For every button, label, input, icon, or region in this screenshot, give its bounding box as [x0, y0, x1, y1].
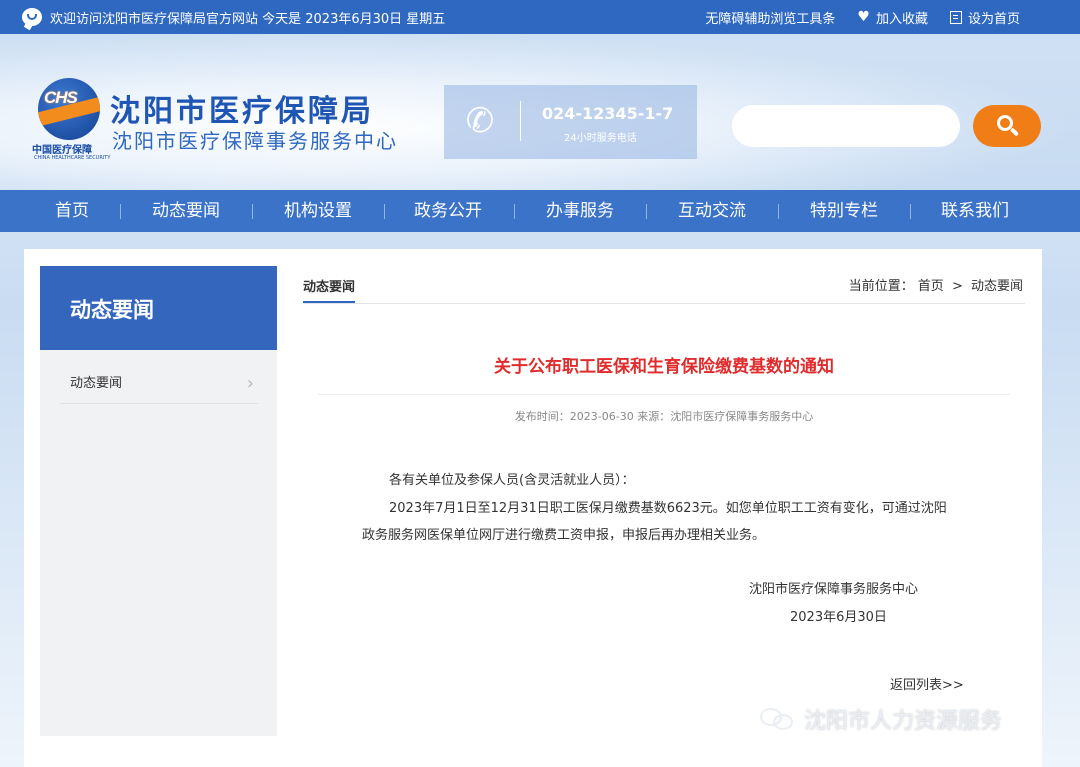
watermark: 沈阳市人力资源服务 [760, 702, 1002, 736]
logo-caption: 中国医疗保障 [32, 145, 92, 156]
site-title: 沈阳市医疗保障局 [110, 94, 374, 129]
nav-services[interactable]: 办事服务 [530, 190, 630, 232]
article-body-line2: 政务服务网医保单位网厅进行缴费工资申报，申报后再办理相关业务。 [362, 528, 766, 543]
back-to-list-link[interactable]: 返回列表>> [890, 674, 964, 693]
sidebar-list: 动态要闻 › [40, 350, 277, 736]
hotline-divider [520, 101, 521, 141]
set-homepage-label: 设为首页 [967, 11, 1020, 27]
set-homepage-link[interactable]: 设为首页 [949, 8, 1020, 27]
article-title: 关于公布职工医保和生育保险缴费基数的通知 [494, 357, 834, 377]
article-divider [318, 394, 1010, 395]
article-signature-org: 沈阳市医疗保障事务服务中心 [749, 582, 919, 597]
hotline-box: ✆ 024-12345-1-7 24小时服务电话 [444, 85, 697, 159]
site-subtitle: 沈阳市医疗保障事务服务中心 [112, 129, 398, 153]
main-nav: 首页 动态要闻 机构设置 政务公开 办事服务 互动交流 特别专栏 联系我们 [0, 190, 1080, 232]
nav-special[interactable]: 特别专栏 [794, 190, 894, 232]
document-icon [949, 10, 962, 24]
breadcrumb-prefix: 当前位置： [848, 279, 914, 294]
breadcrumb-separator: > [951, 279, 963, 294]
breadcrumb: 当前位置： 首页 > 动态要闻 [847, 275, 1025, 294]
top-bar: 欢迎访问沈阳市医疗保障局官方网站 今天是 2023年6月30日 星期五 无障碍辅… [0, 0, 1080, 34]
logo-mark-text: CHS [44, 88, 78, 107]
wechat-icon [760, 706, 796, 732]
hotline-description: 24小时服务电话 [564, 133, 637, 144]
breadcrumb-current[interactable]: 动态要闻 [971, 279, 1023, 294]
welcome-area: 欢迎访问沈阳市医疗保障局官方网站 今天是 2023年6月30日 星期五 [22, 0, 445, 34]
phone-icon: ✆ [465, 101, 495, 141]
nav-interaction[interactable]: 互动交流 [662, 190, 762, 232]
watermark-text: 沈阳市人力资源服务 [804, 709, 1003, 734]
tab-news[interactable]: 动态要闻 [303, 276, 356, 303]
accessibility-link[interactable]: 无障碍辅助浏览工具条 [705, 8, 835, 27]
nav-news[interactable]: 动态要闻 [136, 190, 236, 232]
hotline-number: 024-12345-1-7 [542, 104, 674, 123]
chs-logo-icon[interactable]: CHS [38, 78, 100, 140]
nav-organization[interactable]: 机构设置 [268, 190, 368, 232]
sidebar-item-news[interactable]: 动态要闻 › [60, 364, 258, 404]
search-button[interactable] [973, 105, 1041, 147]
section-tabbar: 动态要闻 当前位置： 首页 > 动态要闻 [303, 268, 1025, 304]
welcome-text: 欢迎访问沈阳市医疗保障局官方网站 今天是 2023年6月30日 星期五 [50, 11, 446, 27]
heart-icon: ♥ [857, 9, 870, 25]
add-favorite-label: 加入收藏 [875, 11, 928, 27]
sidebar-heading: 动态要闻 [40, 266, 277, 350]
add-favorite-link[interactable]: ♥ 加入收藏 [857, 8, 928, 27]
search-input[interactable] [732, 105, 960, 147]
article-body-line1: 2023年7月1日至12月31日职工医保月缴费基数6623元。如您单位职工工资有… [389, 501, 947, 516]
article-signature-date: 2023年6月30日 [790, 610, 887, 625]
nav-home[interactable]: 首页 [30, 190, 114, 232]
logo-caption-en: CHINA HEALTHCARE SECURITY [34, 155, 111, 161]
nav-contact[interactable]: 联系我们 [925, 190, 1025, 232]
chevron-right-icon: › [246, 373, 254, 394]
top-tools: 无障碍辅助浏览工具条 ♥ 加入收藏 设为首页 [705, 0, 1020, 34]
chat-bubble-icon [22, 8, 42, 26]
nav-public-affairs[interactable]: 政务公开 [398, 190, 498, 232]
breadcrumb-home[interactable]: 首页 [918, 279, 944, 294]
article-salutation: 各有关单位及参保人员(含灵活就业人员）： [389, 473, 635, 488]
article-meta: 发布时间：2023-06-30 来源：沈阳市医疗保障事务服务中心 [514, 410, 814, 423]
sidebar-item-label: 动态要闻 [70, 376, 123, 391]
